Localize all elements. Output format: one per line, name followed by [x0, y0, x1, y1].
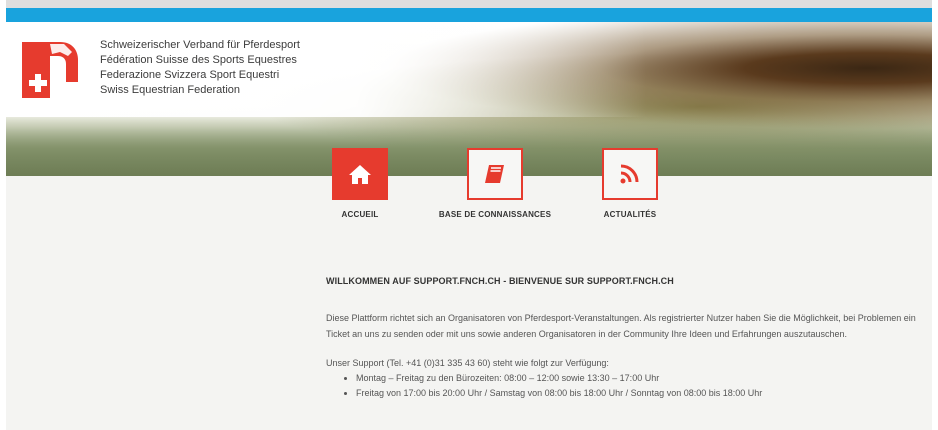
- nav-label-actualites[interactable]: ACTUALITÉS: [595, 210, 665, 219]
- federation-name-en: Swiss Equestrian Federation: [100, 84, 241, 96]
- federation-name-de: Schweizerischer Verband für Pferdesport: [100, 39, 300, 51]
- support-hours-list: Montag – Freitag zu den Bürozeiten: 08:0…: [326, 371, 916, 401]
- nav-label-accueil[interactable]: ACCUEIL: [330, 210, 390, 219]
- top-strip: [6, 0, 932, 8]
- nav-item-accueil[interactable]: ACCUEIL: [330, 148, 390, 219]
- intro-paragraph: Diese Plattform richtet sich an Organisa…: [326, 313, 916, 339]
- nav-tile-accueil[interactable]: [332, 148, 388, 200]
- nav-item-knowledge-base[interactable]: BASE DE CONNAISSANCES: [420, 148, 570, 219]
- home-icon: [349, 165, 371, 184]
- book-icon: [485, 165, 504, 183]
- federation-names: Schweizerischer Verband für Pferdesport …: [100, 38, 300, 98]
- support-heading: Unser Support (Tel. +41 (0)31 335 43 60)…: [326, 358, 609, 368]
- fnch-logo-icon[interactable]: [20, 38, 80, 100]
- top-blue-bar: [6, 8, 932, 22]
- support-hours-item: Freitag von 17:00 bis 20:00 Uhr / Samsta…: [356, 386, 916, 401]
- nav-label-knowledge-base[interactable]: BASE DE CONNAISSANCES: [420, 210, 570, 219]
- federation-name-fr: Fédération Suisse des Sports Equestres: [100, 54, 297, 66]
- rss-icon: [620, 164, 639, 184]
- main-navigation: ACCUEIL BASE DE CONNAISSANCES ACTUALITÉS: [0, 148, 938, 223]
- main-content: WILLKOMMEN AUF SUPPORT.FNCH.CH - BIENVEN…: [326, 276, 916, 401]
- nav-item-actualites[interactable]: ACTUALITÉS: [595, 148, 665, 219]
- welcome-heading: WILLKOMMEN AUF SUPPORT.FNCH.CH - BIENVEN…: [326, 276, 674, 286]
- federation-name-it: Federazione Svizzera Sport Equestri: [100, 69, 280, 81]
- nav-tile-actualites[interactable]: [602, 148, 658, 200]
- nav-tile-knowledge-base[interactable]: [467, 148, 523, 200]
- support-hours-item: Montag – Freitag zu den Bürozeiten: 08:0…: [356, 371, 916, 386]
